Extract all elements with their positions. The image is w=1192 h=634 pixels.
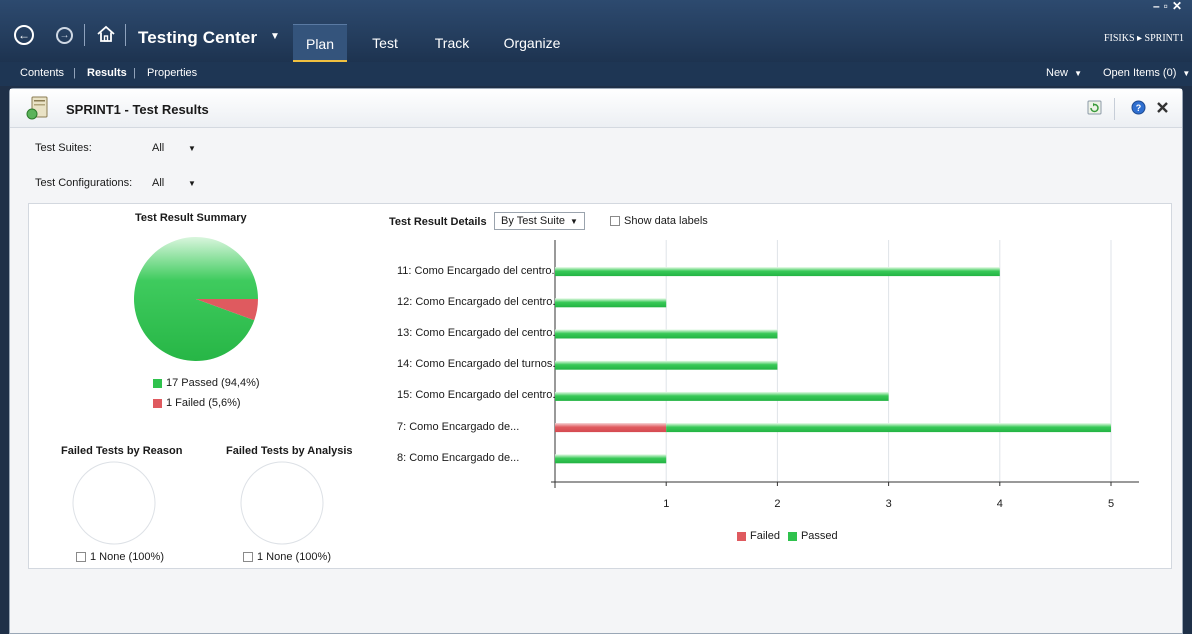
open-items-menu[interactable]: Open Items (0) ▼ bbox=[1103, 67, 1190, 79]
title-bar: ← → Testing Center ▼ Plan Test Track Org… bbox=[0, 0, 1192, 62]
new-menu[interactable]: New ▼ bbox=[1046, 67, 1082, 79]
reason-legend-label: 1 None (100%) bbox=[90, 551, 164, 563]
failed-swatch bbox=[153, 398, 162, 408]
bar-passed bbox=[555, 329, 778, 339]
tab-label: Test bbox=[372, 35, 398, 51]
analysis-chart-title: Failed Tests by Analysis bbox=[226, 445, 353, 457]
x-tick-label: 3 bbox=[885, 498, 892, 510]
test-configurations-label: Test Configurations: bbox=[35, 177, 133, 189]
group-by-dropdown[interactable]: By Test Suite ▼ bbox=[494, 212, 585, 230]
open-items-label: Open Items (0) bbox=[1103, 67, 1177, 79]
chevron-down-icon: ▼ bbox=[1182, 69, 1191, 78]
category-label: 7: Como Encargado de... bbox=[397, 420, 520, 433]
bar-passed bbox=[666, 423, 1111, 433]
analysis-legend: 1 None (100%) bbox=[243, 551, 331, 563]
subnav-results[interactable]: Results bbox=[87, 67, 127, 79]
project-breadcrumb[interactable]: FISIKS ▸ SPRINT1 bbox=[1104, 33, 1184, 44]
tab-label: Plan bbox=[305, 35, 335, 52]
minimize-button[interactable]: – bbox=[1153, 0, 1164, 13]
tab-label: Organize bbox=[503, 35, 561, 51]
passed-swatch bbox=[787, 531, 797, 541]
panel-header: SPRINT1 - Test Results ? bbox=[10, 89, 1182, 128]
back-button[interactable]: ← bbox=[14, 25, 34, 45]
bar-passed bbox=[555, 298, 667, 308]
category-label: 8: Como Encargado de... bbox=[397, 451, 520, 464]
none-reason-swatch bbox=[76, 552, 86, 562]
chevron-down-icon[interactable]: ▼ bbox=[188, 144, 196, 153]
subnav-properties[interactable]: Properties bbox=[147, 67, 197, 79]
results-panel: SPRINT1 - Test Results ? Test Suites: Al… bbox=[9, 88, 1183, 634]
refresh-icon[interactable] bbox=[1087, 100, 1102, 115]
summary-legend-failed: 1 Failed (5,6%) bbox=[153, 397, 241, 409]
home-icon[interactable] bbox=[96, 24, 116, 44]
header-separator bbox=[1114, 98, 1115, 120]
failed-swatch bbox=[737, 531, 746, 541]
test-configurations-select[interactable]: All bbox=[152, 177, 164, 189]
show-data-labels-option[interactable]: Show data labels bbox=[610, 215, 708, 227]
chevron-down-icon: ▼ bbox=[570, 216, 578, 226]
summary-pie-chart bbox=[133, 236, 258, 361]
reason-pie-slice bbox=[72, 461, 156, 545]
bar-passed bbox=[555, 360, 778, 370]
test-results-icon bbox=[26, 96, 48, 120]
summary-chart-title: Test Result Summary bbox=[135, 212, 247, 224]
tab-test[interactable]: Test bbox=[362, 24, 408, 62]
details-legend: Failed Passed bbox=[737, 530, 838, 542]
svg-text:?: ? bbox=[1136, 103, 1142, 113]
tab-plan[interactable]: Plan bbox=[293, 24, 347, 62]
tab-organize[interactable]: Organize bbox=[494, 24, 570, 62]
analysis-legend-label: 1 None (100%) bbox=[257, 551, 331, 563]
analysis-pie-chart bbox=[240, 461, 324, 545]
analysis-pie-slice bbox=[240, 461, 324, 545]
app-menu-chevron-icon[interactable]: ▼ bbox=[270, 31, 280, 42]
reason-chart-title: Failed Tests by Reason bbox=[61, 445, 183, 457]
passed-legend-label: 17 Passed (94,4%) bbox=[166, 377, 260, 389]
group-by-value: By Test Suite bbox=[501, 215, 565, 227]
failed-legend-label: 1 Failed (5,6%) bbox=[166, 397, 241, 409]
close-window-button[interactable]: ✕ bbox=[1172, 0, 1186, 13]
failed-series-label: Failed bbox=[750, 530, 780, 542]
subnav-separator: | bbox=[133, 67, 136, 79]
panel-title: SPRINT1 - Test Results bbox=[66, 102, 209, 117]
reason-legend: 1 None (100%) bbox=[76, 551, 164, 563]
new-menu-label: New bbox=[1046, 67, 1069, 79]
report-area: Test Result Summary 17 Passed (94,4%) 1 … bbox=[28, 203, 1172, 569]
x-tick-label: 2 bbox=[774, 498, 781, 510]
test-suites-label: Test Suites: bbox=[35, 142, 92, 154]
tab-label: Track bbox=[434, 35, 470, 51]
passed-swatch bbox=[153, 378, 162, 388]
none-analysis-swatch bbox=[243, 552, 253, 562]
tab-track[interactable]: Track bbox=[424, 24, 480, 62]
summary-legend-passed: 17 Passed (94,4%) bbox=[153, 377, 260, 389]
arrow-right-icon: → bbox=[59, 29, 70, 41]
app-title: Testing Center bbox=[138, 28, 258, 47]
restore-button[interactable]: ▫ bbox=[1164, 0, 1172, 13]
arrow-left-icon: ← bbox=[18, 28, 30, 42]
subnav-separator: | bbox=[73, 67, 76, 79]
reason-pie-chart bbox=[72, 461, 156, 545]
chevron-down-icon: ▼ bbox=[1074, 69, 1082, 78]
bar-passed bbox=[555, 454, 667, 464]
test-result-details-chart bbox=[551, 240, 1139, 488]
nav-separator bbox=[125, 24, 126, 46]
bar-failed bbox=[555, 423, 667, 433]
bar-passed bbox=[555, 391, 889, 401]
nav-separator bbox=[84, 24, 85, 46]
passed-series-label: Passed bbox=[800, 530, 838, 542]
chevron-down-icon[interactable]: ▼ bbox=[188, 179, 196, 188]
x-tick-label: 4 bbox=[996, 498, 1003, 510]
sub-navigation: Contents | Results | Properties New ▼ Op… bbox=[0, 62, 1192, 86]
x-tick-label: 5 bbox=[1108, 498, 1115, 510]
x-tick-label: 1 bbox=[663, 498, 670, 510]
help-icon[interactable]: ? bbox=[1131, 100, 1146, 115]
show-data-labels-label: Show data labels bbox=[624, 215, 708, 227]
forward-button[interactable]: → bbox=[56, 27, 73, 44]
bar-passed bbox=[555, 267, 1000, 277]
details-chart-title: Test Result Details bbox=[389, 216, 487, 228]
window-controls: –▫✕ bbox=[1153, 0, 1186, 13]
subnav-contents[interactable]: Contents bbox=[20, 67, 64, 79]
show-data-labels-checkbox[interactable] bbox=[610, 216, 620, 226]
test-suites-select[interactable]: All bbox=[152, 142, 164, 154]
close-icon[interactable] bbox=[1155, 100, 1170, 115]
